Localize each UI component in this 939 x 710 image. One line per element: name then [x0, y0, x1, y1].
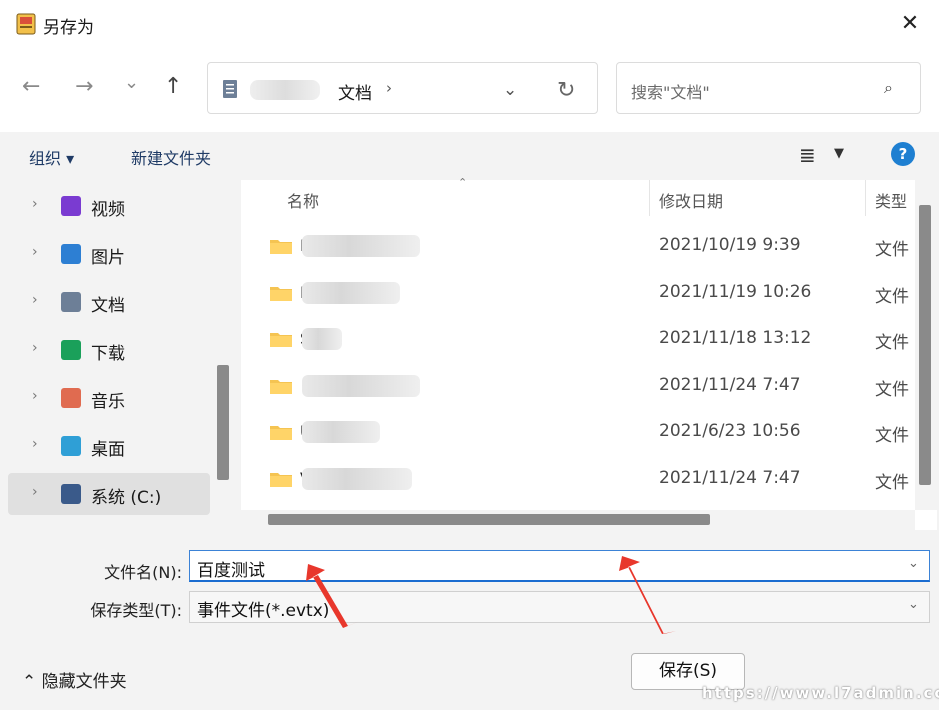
- annotation-arrow-filename: [306, 564, 360, 628]
- annotation-arrow-save: [619, 556, 676, 634]
- annotation-arrows: [306, 556, 676, 634]
- watermark-text: https://www.l7admin.cc: [702, 684, 939, 702]
